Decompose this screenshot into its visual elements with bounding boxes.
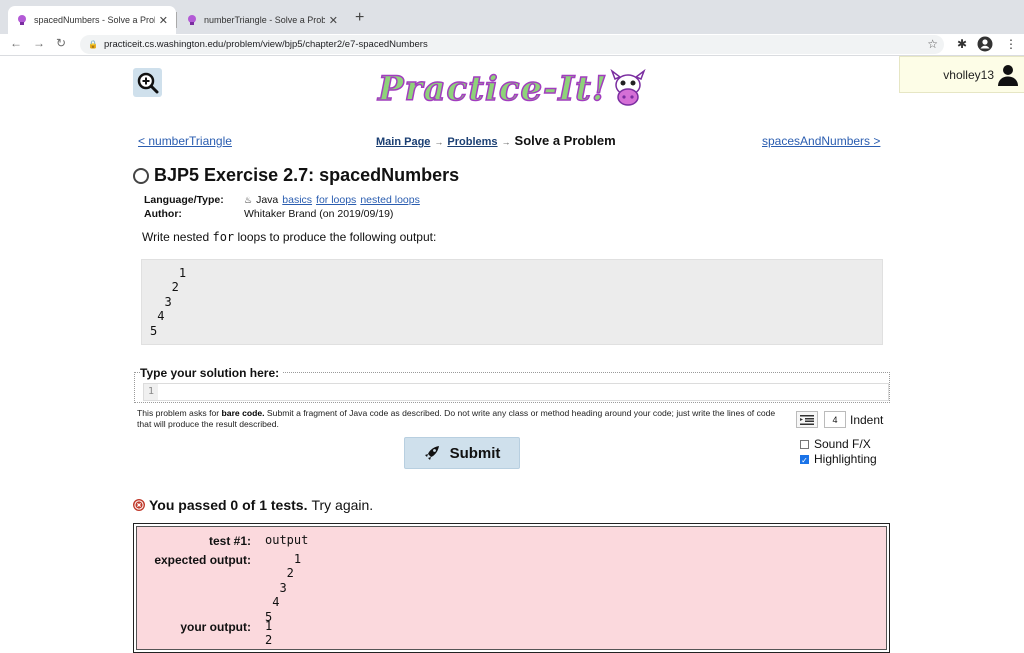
tag-for-loops[interactable]: for loops xyxy=(316,194,356,206)
breadcrumb-problems[interactable]: Problems xyxy=(447,136,497,148)
back-icon[interactable]: ← xyxy=(10,36,22,50)
expected-output-text: 1 2 3 4 5 xyxy=(150,266,187,338)
lock-icon: 🔒 xyxy=(88,40,98,49)
problem-instructions: Write nested for loops to produce the fo… xyxy=(142,230,437,244)
problem-title-row: BJP5 Exercise 2.7: spacedNumbers xyxy=(133,165,459,186)
expected-output-result: 1 2 3 4 5 xyxy=(265,552,302,624)
language-value: ♨ Java basics for loops nested loops xyxy=(244,194,424,206)
next-problem-link[interactable]: spacesAndNumbers > xyxy=(762,134,880,148)
unsolved-status-circle-icon xyxy=(133,167,149,184)
url-text: practiceit.cs.washington.edu/problem/vie… xyxy=(104,39,428,50)
author-value: Whitaker Brand (on 2019/09/19) xyxy=(244,208,394,220)
breadcrumb-arrow-icon: → xyxy=(501,137,511,147)
test-case-box: test #1: output expected output: 1 2 3 4… xyxy=(133,523,890,653)
close-tab-icon[interactable]: ✕ xyxy=(159,14,168,27)
next-problem-link-wrap: spacesAndNumbers > xyxy=(762,134,880,148)
bare-code-note: This problem asks for bare code. Submit … xyxy=(137,408,776,429)
prev-problem-link-wrap: < numberTriangle xyxy=(138,134,232,148)
profile-avatar-icon[interactable] xyxy=(977,36,993,52)
indent-control: 4 Indent xyxy=(796,411,883,428)
new-tab-icon[interactable]: + xyxy=(355,9,364,27)
reload-icon[interactable]: ↻ xyxy=(56,36,66,50)
practiceit-logo[interactable]: Practice-It! xyxy=(377,66,658,112)
submit-label: Submit xyxy=(449,444,501,462)
browser-tab-spacednumbers[interactable]: spacedNumbers - Solve a Prob ✕ xyxy=(8,6,176,34)
extensions-puzzle-icon[interactable]: ✱ xyxy=(957,37,967,51)
sound-fx-label: Sound F/X xyxy=(814,437,871,451)
language-label: Language/Type: xyxy=(144,194,224,206)
username: vholley13 xyxy=(943,67,994,82)
test-number-label: test #1: xyxy=(208,534,251,548)
indent-size-input[interactable]: 4 xyxy=(824,411,846,428)
indent-label: Indent xyxy=(850,412,884,427)
indent-button[interactable] xyxy=(796,411,818,428)
practiceit-favicon xyxy=(188,15,196,25)
highlighting-checkbox[interactable]: ✓ xyxy=(800,454,809,465)
for-keyword: for xyxy=(212,230,235,244)
breadcrumb-main-page[interactable]: Main Page xyxy=(376,136,430,148)
breadcrumb-current: Solve a Problem xyxy=(514,133,616,148)
breadcrumb: Main Page → Problems → Solve a Problem xyxy=(376,133,616,148)
user-icon xyxy=(998,64,1018,86)
problem-title: BJP5 Exercise 2.7: spacedNumbers xyxy=(154,165,460,185)
rocket-icon xyxy=(424,445,440,461)
try-again-text: Try again. xyxy=(311,497,374,513)
solution-label: Type your solution here: xyxy=(140,366,284,380)
close-tab-icon[interactable]: ✕ xyxy=(329,14,338,27)
breadcrumb-arrow-icon: → xyxy=(434,137,444,147)
practiceit-favicon xyxy=(18,15,26,25)
test-type: output xyxy=(265,533,309,547)
tab-title: numberTriangle - Solve a Prob xyxy=(204,15,325,25)
code-editor[interactable]: 1 xyxy=(143,383,889,401)
test-case-panel: test #1: output expected output: 1 2 3 4… xyxy=(136,526,887,650)
expected-output-box: 1 2 3 4 5 xyxy=(141,259,883,345)
bookmark-star-icon[interactable]: ☆ xyxy=(927,37,938,51)
browser-tab-bar: spacedNumbers - Solve a Prob ✕ numberTri… xyxy=(0,0,1024,34)
language-name: Java xyxy=(256,194,279,206)
tab-title: spacedNumbers - Solve a Prob xyxy=(34,15,155,25)
your-output-label: your output: xyxy=(180,620,251,634)
author-label: Author: xyxy=(144,208,182,220)
browser-menu-icon[interactable]: ⋮ xyxy=(1005,37,1017,51)
tag-basics[interactable]: basics xyxy=(282,194,312,206)
tests-passed-count: You passed 0 of 1 tests. xyxy=(149,497,308,513)
test-result-summary: You passed 0 of 1 tests. Try again. xyxy=(133,497,373,513)
fail-x-circle-icon xyxy=(133,499,145,511)
address-bar[interactable]: 🔒 practiceit.cs.washington.edu/problem/v… xyxy=(80,35,944,54)
your-output-result: 1 2 xyxy=(265,619,273,648)
browser-tab-numbertriangle[interactable]: numberTriangle - Solve a Prob ✕ xyxy=(178,6,346,34)
logo-text: Practice-It! xyxy=(377,68,608,110)
sound-fx-checkbox[interactable] xyxy=(800,439,809,449)
submit-button[interactable]: Submit xyxy=(404,437,520,469)
sound-fx-toggle[interactable]: Sound F/X xyxy=(800,437,871,451)
highlighting-toggle[interactable]: ✓ Highlighting xyxy=(800,452,877,466)
forward-icon[interactable]: → xyxy=(33,36,45,50)
line-number-gutter: 1 xyxy=(144,384,158,400)
user-account-box[interactable]: vholley13 xyxy=(899,56,1024,93)
indent-icon xyxy=(800,414,814,425)
expected-output-label: expected output: xyxy=(154,553,251,567)
cow-mascot-icon xyxy=(610,69,646,106)
browser-toolbar: ← → ↻ 🔒 practiceit.cs.washington.edu/pro… xyxy=(0,34,1024,56)
highlighting-label: Highlighting xyxy=(814,452,877,466)
zoom-in-button[interactable] xyxy=(133,68,162,97)
tag-nested-loops[interactable]: nested loops xyxy=(360,194,420,206)
prev-problem-link[interactable]: < numberTriangle xyxy=(138,134,232,148)
java-cup-icon: ♨ xyxy=(244,195,253,205)
magnifier-plus-icon xyxy=(137,72,158,93)
tab-separator xyxy=(176,12,177,28)
